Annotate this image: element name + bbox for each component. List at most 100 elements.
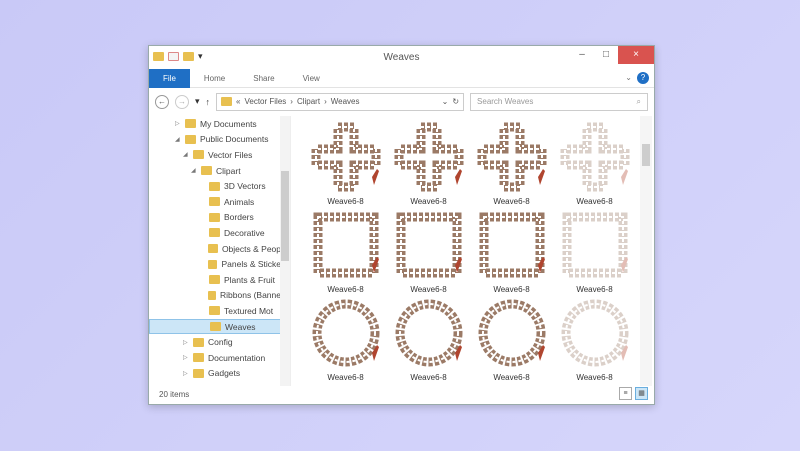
tree-item[interactable]: Plants & Fruit — [149, 272, 281, 288]
tree-item[interactable]: ◢ Vector Files — [149, 147, 281, 163]
tree-item[interactable]: Decorative — [149, 225, 281, 241]
file-name: Weave6-8 — [410, 373, 447, 382]
file-item[interactable]: Weave6-8 — [470, 297, 553, 385]
status-bar: 20 items ≡ ▦ — [149, 384, 654, 404]
file-item[interactable]: Weave6-8 — [553, 209, 636, 297]
tree-item[interactable]: Weaves — [149, 318, 281, 335]
recent-locations-icon[interactable]: ▾ — [195, 96, 200, 107]
folder-icon — [209, 197, 220, 207]
back-button[interactable]: ← — [155, 94, 169, 109]
tree-item-label: Panels & Sticke — [221, 259, 281, 270]
square-weave-thumbnail-icon — [393, 209, 465, 283]
cross-weave-thumbnail-icon — [476, 121, 548, 195]
tree-item[interactable]: Animals — [149, 194, 281, 210]
file-item[interactable]: Weave6-8 — [470, 121, 553, 209]
tree-item[interactable]: 3D Vectors — [149, 178, 281, 194]
expand-arrow-icon[interactable]: ◢ — [183, 151, 189, 158]
tree-item-label: Textured Mot — [224, 305, 274, 316]
expand-arrow-icon[interactable]: ◢ — [191, 167, 197, 174]
folder-icon — [209, 306, 220, 316]
file-name: Weave6-8 — [576, 373, 613, 382]
tree-item-label: 3D Vectors — [224, 181, 266, 192]
file-item[interactable]: Weave6-8 — [470, 209, 553, 297]
folder-icon — [208, 259, 218, 269]
file-name: Weave6-8 — [576, 197, 613, 206]
tab-share[interactable]: Share — [239, 69, 288, 88]
forward-button[interactable]: → — [175, 94, 189, 109]
expand-arrow-icon[interactable]: ▷ — [175, 120, 181, 127]
breadcrumb-vector-files[interactable]: Vector Files — [244, 97, 286, 106]
explorer-window: ▾ Weaves – □ × File Home Share View ⌄ ? … — [148, 45, 655, 405]
tree-item[interactable]: ▷ Documentation — [149, 350, 281, 366]
cross-weave-thumbnail-icon — [393, 121, 465, 195]
maximize-button[interactable]: □ — [594, 46, 618, 64]
tree-item-label: Weaves — [225, 321, 256, 332]
tab-view[interactable]: View — [289, 69, 334, 88]
expand-arrow-icon[interactable]: ◢ — [175, 136, 181, 143]
breadcrumb-weaves[interactable]: Weaves — [331, 97, 360, 106]
tree-item[interactable]: Borders — [149, 210, 281, 226]
file-item[interactable]: Weave6-8 — [387, 297, 470, 385]
search-placeholder: Search Weaves — [477, 97, 534, 106]
folder-icon — [209, 181, 220, 191]
breadcrumb-overflow[interactable]: « — [236, 97, 240, 106]
tree-item[interactable]: ▷ My Documents — [149, 116, 281, 132]
tab-home[interactable]: Home — [190, 69, 239, 88]
file-name: Weave6-8 — [327, 285, 364, 294]
square-weave-thumbnail-icon — [310, 209, 382, 283]
tree-item[interactable]: ▷ Config — [149, 334, 281, 350]
breadcrumb-clipart[interactable]: Clipart — [297, 97, 320, 106]
content-scrollbar[interactable] — [640, 116, 652, 386]
expand-arrow-icon[interactable]: ▷ — [183, 354, 189, 361]
nav-scrollbar[interactable] — [280, 116, 290, 386]
tree-item-label: Documentation — [208, 352, 266, 363]
tree-item-label: Objects & Peop — [221, 243, 281, 254]
file-item[interactable]: Weave6-8 — [553, 121, 636, 209]
tree-item-label: Public Documents — [200, 134, 269, 145]
tree-item[interactable]: Panels & Sticke — [149, 256, 281, 272]
tree-item[interactable]: Textured Mot — [149, 303, 281, 319]
file-item[interactable]: Weave6-8 — [304, 297, 387, 385]
tab-file[interactable]: File — [149, 68, 190, 88]
details-view-button[interactable]: ≡ — [619, 387, 632, 400]
file-item[interactable]: Weave6-8 — [304, 209, 387, 297]
tree-item[interactable]: ◢ Clipart — [149, 163, 281, 179]
address-dropdown-icon[interactable]: ⌄ — [442, 97, 449, 106]
large-icons-view-button[interactable]: ▦ — [635, 387, 648, 400]
folder-icon — [193, 368, 204, 378]
cross-weave-thumbnail-icon — [310, 121, 382, 195]
up-button[interactable]: ↑ — [206, 97, 211, 107]
search-icon[interactable]: ⌕ — [637, 97, 641, 107]
square-weave-thumbnail-icon — [476, 209, 548, 283]
folder-icon — [185, 134, 196, 144]
expand-ribbon-icon[interactable]: ⌄ — [625, 73, 632, 82]
tree-item-label: Config — [208, 337, 233, 348]
file-item[interactable]: Weave6-8 — [304, 121, 387, 209]
tree-item-label: My Documents — [200, 118, 257, 129]
tree-item-label: Clipart — [216, 165, 241, 176]
file-item[interactable]: Weave6-8 — [387, 209, 470, 297]
address-bar[interactable]: « Vector Files › Clipart › Weaves ⌄ ↻ — [216, 92, 465, 111]
expand-arrow-icon[interactable]: ▷ — [183, 370, 189, 377]
tree-item[interactable]: Ribbons (Banne — [149, 288, 281, 304]
tree-item[interactable]: ▷ Gadgets — [149, 366, 281, 382]
ring-weave-thumbnail-icon — [559, 297, 631, 371]
refresh-button[interactable]: ↻ — [452, 97, 459, 106]
tree-item[interactable]: ◢ Public Documents — [149, 132, 281, 148]
file-name: Weave6-8 — [576, 285, 613, 294]
tree-item[interactable]: Objects & Peop — [149, 241, 281, 257]
cross-weave-thumbnail-icon — [559, 121, 631, 195]
minimize-button[interactable]: – — [570, 46, 594, 64]
help-icon[interactable]: ? — [637, 72, 649, 84]
file-item[interactable]: Weave6-8 — [387, 121, 470, 209]
search-input[interactable]: Search Weaves ⌕ — [470, 92, 648, 111]
tree-item-label: Vector Files — [208, 149, 253, 160]
expand-arrow-icon[interactable]: ▷ — [183, 339, 189, 346]
item-count: 20 items — [159, 389, 190, 399]
tree-item-label: Ribbons (Banne — [220, 290, 281, 301]
file-item[interactable]: Weave6-8 — [553, 297, 636, 385]
breadcrumb-separator[interactable]: › — [324, 97, 327, 106]
close-button[interactable]: × — [618, 46, 654, 64]
breadcrumb-separator[interactable]: › — [290, 97, 293, 106]
tree-item-label: Borders — [224, 212, 254, 223]
